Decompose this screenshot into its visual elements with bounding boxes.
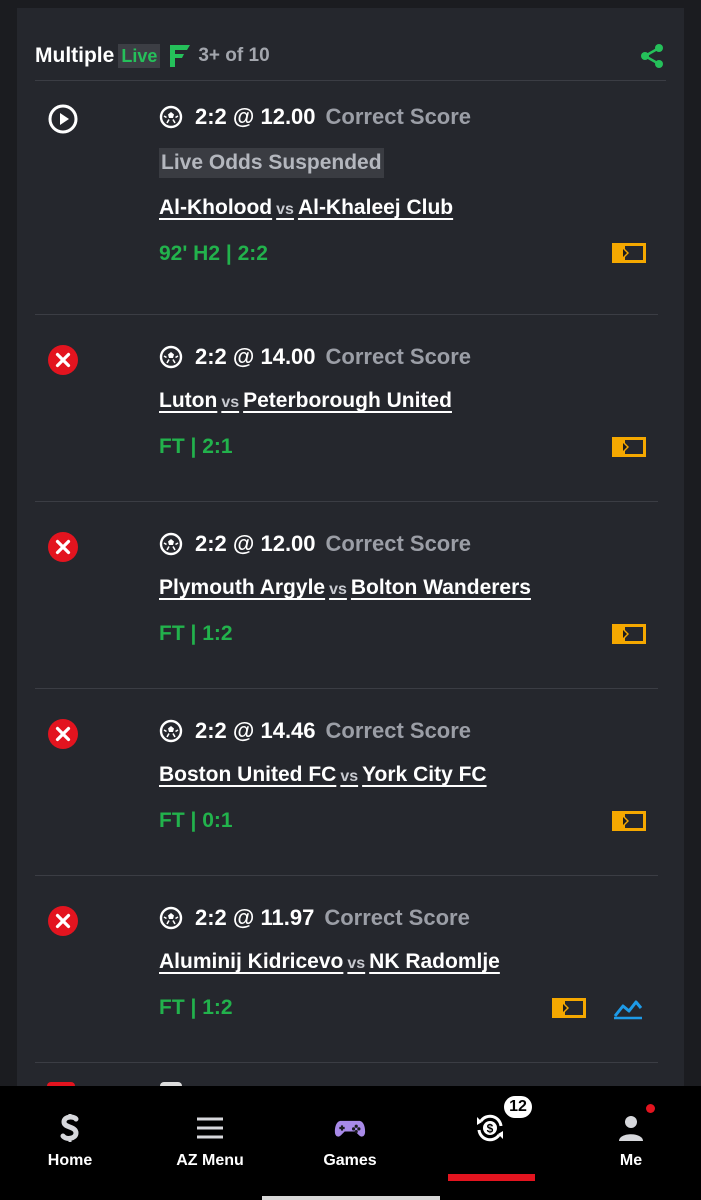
nav-home[interactable]: Home	[0, 1086, 140, 1186]
divider	[35, 80, 666, 81]
svg-text:$: $	[487, 1122, 494, 1136]
selection-line: 2:2 @ 14.00 Correct Score	[159, 342, 471, 372]
match-link[interactable]: Boston United FC vs York City FC	[159, 763, 487, 787]
market-name: Correct Score	[324, 905, 470, 930]
bet-header: Multiple Live 3+ of 10	[35, 32, 666, 80]
market-name: Correct Score	[325, 718, 472, 743]
lost-x-icon	[48, 906, 78, 936]
divider	[35, 1062, 658, 1063]
match-score: FT | 0:1	[159, 809, 233, 832]
gamepad-icon	[334, 1120, 366, 1137]
match-score: FT | 2:1	[159, 435, 233, 458]
home-team: Boston United FC	[159, 763, 337, 786]
live-stream-icon[interactable]	[552, 998, 586, 1018]
bottom-navigation: Home AZ Menu Games $ 12 Me	[0, 1086, 701, 1200]
nav-me-label: Me	[619, 1152, 643, 1169]
bet-selection: 2:2 @ 12.00 Correct Score Plymouth Argyl…	[17, 502, 684, 689]
play-circle-icon[interactable]	[47, 103, 79, 135]
lost-x-icon	[48, 345, 78, 375]
nav-games-label: Games	[323, 1152, 377, 1169]
match-score: 92' H2 | 2:2	[159, 242, 268, 265]
lost-x-icon	[48, 719, 78, 749]
selection-count: 3+ of 10	[198, 45, 270, 66]
nav-my-bets[interactable]: $	[420, 1086, 560, 1186]
football-icon	[159, 105, 183, 129]
away-team: York City FC	[362, 763, 487, 786]
pick-odds: 2:2 @ 14.46	[195, 718, 316, 743]
fast-logo-icon	[170, 45, 191, 67]
lost-x-icon	[48, 532, 78, 562]
user-profile-icon	[619, 1116, 643, 1141]
pick-odds: 2:2 @ 12.00	[195, 104, 316, 129]
notification-dot	[646, 1104, 655, 1113]
match-link[interactable]: Al-Kholood vs Al-Khaleej Club	[159, 196, 453, 220]
pick-odds: 2:2 @ 12.00	[195, 531, 316, 556]
match-link[interactable]: Aluminij Kidricevo vs NK Radomlje	[159, 950, 500, 974]
my-bets-refresh-dollar-icon: $	[477, 1114, 503, 1142]
away-team: Bolton Wanderers	[350, 576, 531, 599]
selection-line: 2:2 @ 12.00 Correct Score	[159, 529, 471, 559]
home-team: Plymouth Argyle	[159, 576, 326, 599]
bet-type-title: Multiple	[35, 44, 115, 67]
live-stream-icon[interactable]	[612, 437, 646, 457]
home-team: Aluminij Kidricevo	[159, 950, 344, 973]
match-score: FT | 1:2	[159, 622, 233, 645]
home-team: Al-Kholood	[159, 196, 273, 219]
nav-az-menu[interactable]: AZ Menu	[140, 1086, 280, 1186]
away-team: Al-Khaleej Club	[297, 196, 454, 219]
nav-az-menu-label: AZ Menu	[176, 1152, 244, 1169]
live-badge: Live	[118, 44, 161, 68]
vs-label: vs	[329, 581, 347, 598]
vs-label: vs	[347, 955, 366, 972]
away-team: Peterborough United	[243, 389, 452, 412]
football-icon	[159, 532, 183, 556]
market-name: Correct Score	[325, 104, 472, 129]
active-tab-indicator	[448, 1174, 535, 1181]
live-stream-icon[interactable]	[612, 624, 646, 644]
share-icon[interactable]	[638, 42, 666, 70]
vs-label: vs	[340, 768, 359, 785]
home-team: Luton	[159, 389, 218, 412]
live-stream-icon[interactable]	[612, 811, 646, 831]
pick-odds: 2:2 @ 11.97	[195, 905, 315, 930]
vs-label: vs	[276, 201, 294, 218]
football-icon	[159, 345, 183, 369]
odds-suspended-notice: Live Odds Suspended	[159, 148, 384, 178]
stats-chart-icon[interactable]	[612, 996, 644, 1020]
pick-odds: 2:2 @ 14.00	[195, 344, 316, 369]
nav-games[interactable]: Games	[280, 1086, 420, 1186]
bet-selection: 2:2 @ 12.00 Correct Score Live Odds Susp…	[17, 88, 684, 315]
selection-line: 2:2 @ 14.46 Correct Score	[159, 716, 471, 746]
my-bets-count-badge: 12	[502, 1094, 534, 1120]
market-name: Correct Score	[325, 531, 472, 556]
football-icon	[159, 719, 183, 743]
market-name: Correct Score	[325, 344, 472, 369]
multiple-bet-card: Multiple Live 3+ of 10 2:2 @ 12.00 Corre…	[17, 8, 684, 1108]
selection-line: 2:2 @ 12.00 Correct Score	[159, 102, 471, 132]
gesture-home-bar	[262, 1196, 440, 1200]
vs-label: vs	[221, 394, 240, 411]
match-link[interactable]: Plymouth Argyle vs Bolton Wanderers	[159, 576, 531, 600]
nav-me[interactable]: Me	[561, 1086, 701, 1186]
football-icon	[159, 906, 183, 930]
bet-selection: 2:2 @ 11.97 Correct Score Aluminij Kidri…	[17, 876, 684, 1063]
nav-home-label: Home	[47, 1152, 93, 1169]
away-team: NK Radomlje	[369, 950, 500, 973]
home-logo-icon	[60, 1114, 79, 1142]
selection-line: 2:2 @ 11.97 Correct Score	[159, 903, 470, 933]
bet-selection: 2:2 @ 14.46 Correct Score Boston United …	[17, 689, 684, 876]
match-score: FT | 1:2	[159, 996, 233, 1019]
match-link[interactable]: Luton vs Peterborough United	[159, 389, 452, 413]
hamburger-menu-icon	[197, 1117, 223, 1139]
live-stream-icon[interactable]	[612, 243, 646, 263]
bet-selection: 2:2 @ 14.00 Correct Score Luton vs Peterbo…	[17, 315, 684, 502]
